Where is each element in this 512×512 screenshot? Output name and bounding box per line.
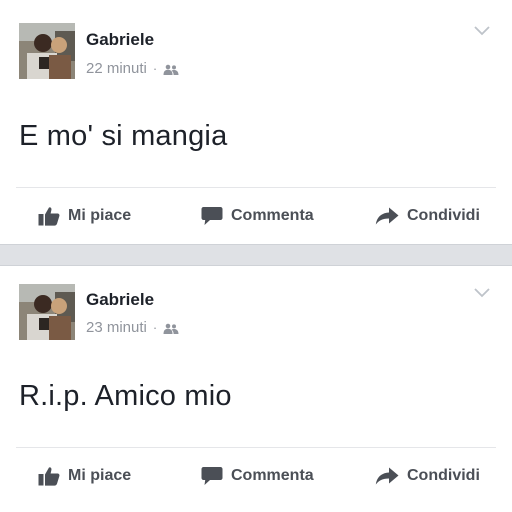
feed-post: Gabriele 23 minuti · R.i.p. Amico mio Mi… — [0, 266, 512, 512]
divider — [16, 447, 496, 448]
post-timestamp[interactable]: 22 minuti — [86, 60, 147, 77]
author-name[interactable]: Gabriele — [86, 30, 154, 50]
post-timestamp[interactable]: 23 minuti — [86, 319, 147, 336]
chevron-down-icon[interactable] — [474, 26, 490, 36]
friends-icon — [163, 63, 179, 75]
share-label: Condividi — [407, 207, 480, 224]
avatar[interactable] — [19, 23, 75, 79]
chevron-down-icon[interactable] — [474, 288, 490, 298]
like-label: Mi piace — [68, 207, 132, 224]
post-meta: 22 minuti · — [86, 60, 179, 77]
share-label: Condividi — [407, 467, 480, 484]
post-meta: 23 minuti · — [86, 319, 179, 336]
thumbs-up-icon — [38, 467, 60, 486]
meta-separator: · — [152, 320, 158, 335]
comment-button[interactable]: Commenta — [201, 456, 314, 496]
share-arrow-icon — [375, 467, 399, 485]
share-arrow-icon — [375, 207, 399, 225]
like-button[interactable]: Mi piace — [38, 456, 131, 496]
comment-label: Commenta — [231, 467, 314, 484]
thumbs-up-icon — [38, 207, 60, 226]
post-text: R.i.p. Amico mio — [19, 380, 232, 412]
comment-icon — [201, 467, 223, 485]
comment-label: Commenta — [231, 207, 314, 224]
meta-separator: · — [152, 61, 158, 76]
like-button[interactable]: Mi piace — [38, 196, 131, 236]
author-name[interactable]: Gabriele — [86, 290, 154, 310]
comment-button[interactable]: Commenta — [201, 196, 314, 236]
post-text: E mo' si mangia — [19, 120, 228, 152]
friends-icon — [163, 322, 179, 334]
action-bar: Mi piace Commenta Condividi — [0, 456, 512, 496]
divider — [16, 187, 496, 188]
comment-icon — [201, 207, 223, 225]
feed-post: Gabriele 22 minuti · E mo' si mangia Mi … — [0, 0, 512, 244]
share-button[interactable]: Condividi — [375, 456, 480, 496]
feed-gap — [0, 244, 512, 266]
avatar[interactable] — [19, 284, 75, 340]
share-button[interactable]: Condividi — [375, 196, 480, 236]
like-label: Mi piace — [68, 467, 132, 484]
action-bar: Mi piace Commenta Condividi — [0, 196, 512, 236]
